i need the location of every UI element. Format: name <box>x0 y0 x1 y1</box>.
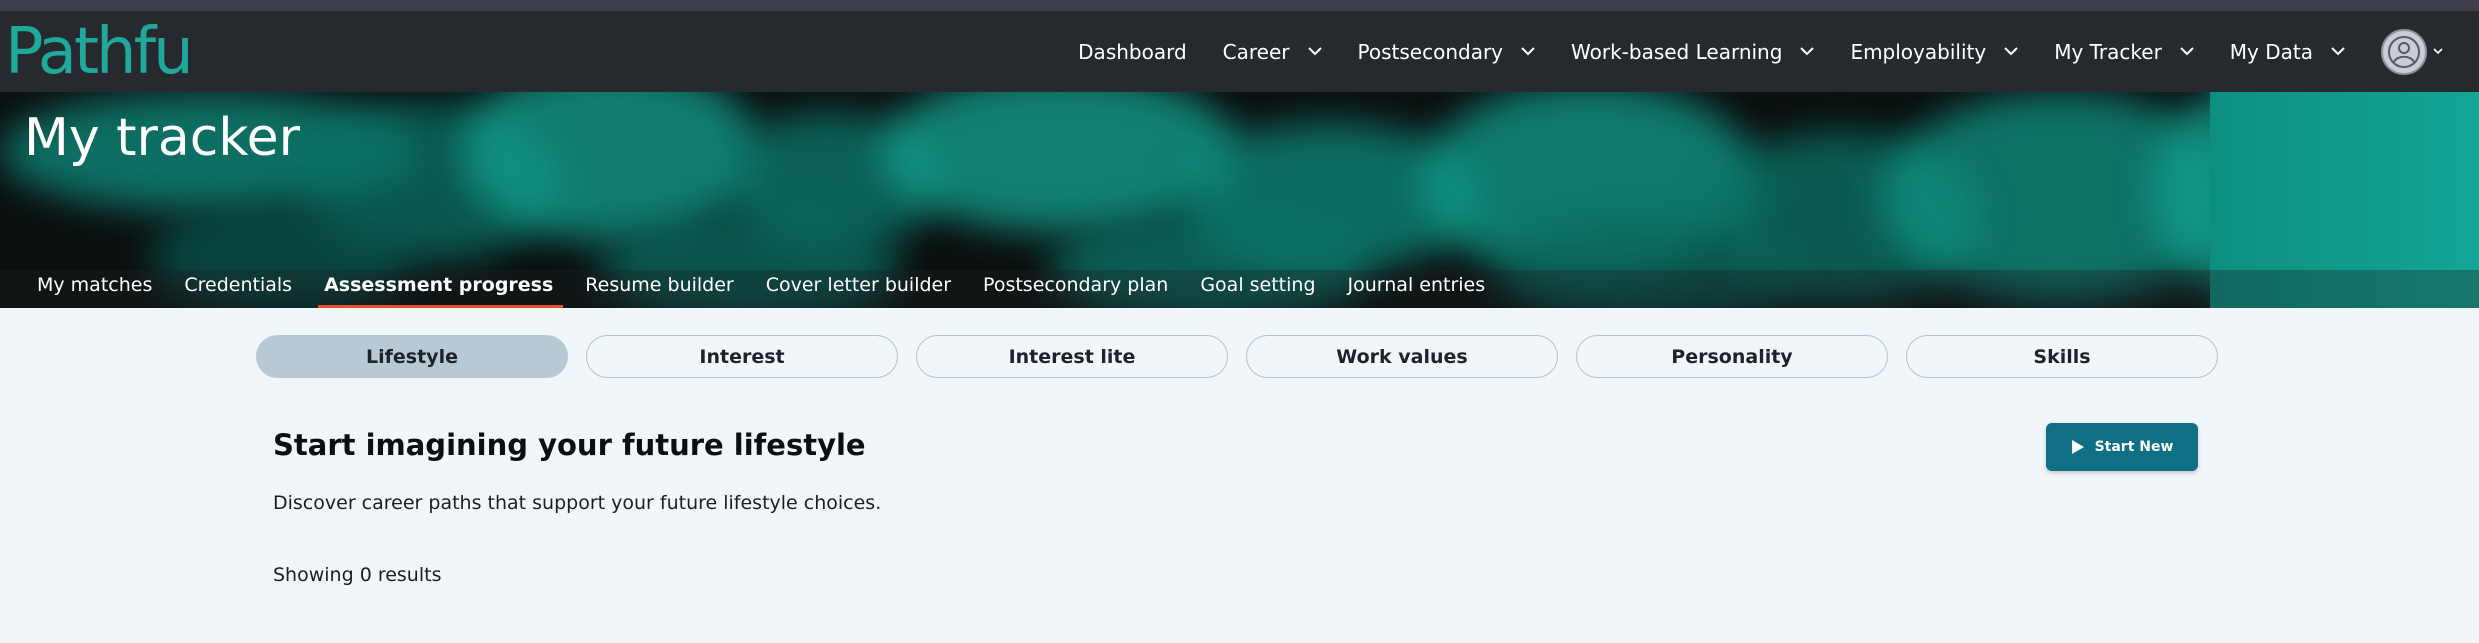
start-new-label: Start New <box>2094 439 2174 455</box>
assessment-tab-lifestyle[interactable]: Lifestyle <box>256 335 568 378</box>
page-title: My tracker <box>24 108 301 168</box>
chevron-down-icon <box>1521 47 1535 56</box>
nav-label: Work-based Learning <box>1571 39 1783 64</box>
nav-item-my-data[interactable]: My Data <box>2230 11 2345 92</box>
tab-assessment-progress[interactable]: Assessment progress <box>308 270 569 308</box>
nav-item-dashboard[interactable]: Dashboard <box>1078 11 1187 92</box>
nav-label: Career <box>1222 39 1290 64</box>
pathful-logo[interactable]: Pathful <box>5 11 195 92</box>
tab-resume-builder[interactable]: Resume builder <box>569 270 749 308</box>
section-heading: Start imagining your future lifestyle <box>273 428 866 462</box>
main-navbar: Pathful Dashboard Career Postsecondary Work… <box>0 11 2479 92</box>
tab-credentials[interactable]: Credentials <box>168 270 308 308</box>
tab-postsecondary-plan[interactable]: Postsecondary plan <box>967 270 1184 308</box>
nav-item-career[interactable]: Career <box>1223 11 1322 92</box>
assessment-tab-interest[interactable]: Interest <box>586 335 898 378</box>
user-menu[interactable] <box>2381 28 2443 75</box>
chevron-down-icon <box>1307 47 1322 56</box>
section-description: Discover career paths that support your … <box>273 492 882 514</box>
top-strip <box>0 0 2479 11</box>
nav-item-postsecondary[interactable]: Postsecondary <box>1358 11 1536 92</box>
play-icon <box>2071 439 2085 455</box>
results-count: Showing 0 results <box>273 564 442 586</box>
nav-item-employability[interactable]: Employability <box>1850 11 2018 92</box>
chevron-down-icon <box>1800 47 1815 56</box>
chevron-down-icon <box>2180 47 2194 56</box>
nav-label: Dashboard <box>1078 39 1187 64</box>
tab-goal-setting[interactable]: Goal setting <box>1184 270 1331 308</box>
nav-label: Postsecondary <box>1357 39 1504 64</box>
start-new-button[interactable]: Start New <box>2046 423 2198 471</box>
nav-label: My Tracker <box>2054 39 2162 64</box>
top-nav: Dashboard Career Postsecondary Work-based L… <box>1078 11 2479 92</box>
assessment-tab-personality[interactable]: Personality <box>1576 335 1888 378</box>
chevron-down-icon <box>2004 47 2018 56</box>
tab-my-matches[interactable]: My matches <box>21 270 168 308</box>
nav-item-my-tracker[interactable]: My Tracker <box>2054 11 2194 92</box>
nav-label: Employability <box>1850 39 1987 64</box>
assessment-tab-interest-lite[interactable]: Interest lite <box>916 335 1228 378</box>
nav-label: My Data <box>2229 39 2313 64</box>
logo-text: Pathful <box>5 17 193 87</box>
assessment-tabs: Lifestyle Interest Interest lite Work value… <box>256 335 2236 378</box>
chevron-down-icon <box>2433 48 2443 55</box>
tab-journal-entries[interactable]: Journal entries <box>1332 270 1502 308</box>
assessment-tab-skills[interactable]: Skills <box>1906 335 2218 378</box>
assessment-tab-work-values[interactable]: Work values <box>1246 335 1558 378</box>
tracker-tabs: My matches Credentials Assessment progress… <box>0 270 2479 308</box>
chevron-down-icon <box>2331 47 2345 56</box>
tab-cover-letter-builder[interactable]: Cover letter builder <box>750 270 967 308</box>
logo-mark: Pathful <box>5 17 193 87</box>
hero-banner: My tracker My matches Credentials Assessme… <box>0 92 2479 308</box>
user-avatar-icon <box>2381 28 2427 75</box>
nav-item-work-based-learning[interactable]: Work-based Learning <box>1571 11 1815 92</box>
